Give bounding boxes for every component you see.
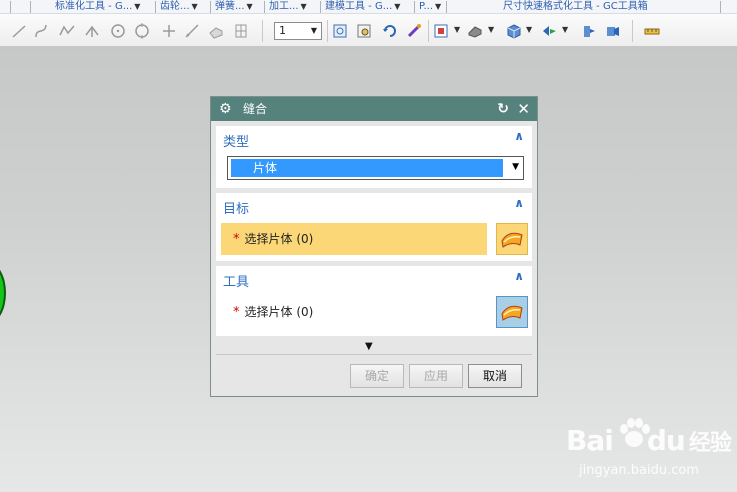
menu-p[interactable]: P... ▼ — [416, 0, 441, 13]
perspective-icon[interactable] — [603, 22, 621, 40]
straight-line-icon[interactable] — [183, 22, 201, 40]
line-icon[interactable] — [10, 22, 28, 40]
menu-separator — [264, 1, 265, 13]
divider — [216, 354, 532, 355]
menu-separator — [10, 1, 11, 13]
cube-icon[interactable] — [505, 22, 523, 40]
sheet-body-icon — [501, 232, 523, 248]
tool-select-button[interactable] — [496, 296, 528, 328]
menu-separator — [210, 1, 211, 13]
menu-separator — [30, 1, 31, 13]
cancel-button[interactable]: 取消 — [468, 364, 522, 388]
menu-separator — [720, 1, 721, 13]
required-mark: * — [233, 305, 240, 320]
type-select[interactable]: 片体 ▼ — [227, 156, 524, 180]
menu-machining[interactable]: 加工... ▼ — [266, 0, 307, 13]
ok-button[interactable]: 确定 — [350, 364, 404, 388]
rays-icon[interactable] — [83, 22, 101, 40]
studio-spline-icon[interactable] — [58, 22, 76, 40]
tool-group-header[interactable]: 工具 — [223, 271, 249, 290]
circle-center-icon[interactable] — [133, 22, 151, 40]
watermark-url: jingyan.baidu.com — [579, 463, 699, 478]
circle-icon[interactable] — [109, 22, 127, 40]
chevron-up-icon[interactable]: ∧ — [514, 269, 524, 283]
toolbar-separator — [262, 20, 263, 42]
toolbar-separator — [632, 20, 633, 42]
apply-button[interactable]: 应用 — [409, 364, 463, 388]
sheet-body-icon — [501, 305, 523, 321]
dialog-title: 缝合 — [243, 102, 268, 116]
section-icon[interactable] — [580, 22, 598, 40]
type-select-value: 片体 — [231, 159, 503, 177]
menu-separator — [320, 1, 321, 13]
fit-view-icon[interactable] — [331, 22, 349, 40]
target-select-row[interactable]: * 选择片体 (0) — [221, 223, 487, 255]
chevron-down-icon: ▼ — [310, 26, 318, 35]
toolbar-separator — [327, 20, 328, 42]
chevron-down-icon[interactable]: ▼ — [562, 25, 568, 34]
menu-separator — [446, 1, 447, 13]
menu-gear[interactable]: 齿轮... ▼ — [157, 0, 198, 13]
chevron-down-icon[interactable]: ▼ — [512, 162, 519, 172]
target-group-header[interactable]: 目标 — [223, 198, 249, 217]
grid-icon[interactable] — [232, 22, 250, 40]
render-style-icon[interactable] — [432, 22, 450, 40]
tool-select-label: 选择片体 (0) — [244, 305, 314, 319]
chevron-down-icon[interactable]: ▼ — [365, 341, 373, 352]
chevron-up-icon[interactable]: ∧ — [514, 129, 524, 143]
gear-icon[interactable]: ⚙ — [219, 97, 232, 121]
zoom-icon[interactable] — [355, 22, 373, 40]
chevron-up-icon[interactable]: ∧ — [514, 196, 524, 210]
point-icon[interactable] — [160, 22, 178, 40]
shading-icon[interactable] — [466, 22, 484, 40]
target-group: 目标 ∧ * 选择片体 (0) — [216, 193, 532, 261]
menu-dimension-format[interactable]: 尺寸快速格式化工具 - GC工具箱 — [500, 0, 648, 13]
tool-select-row[interactable]: * 选择片体 (0) — [221, 296, 487, 328]
chevron-down-icon[interactable]: ▼ — [526, 25, 532, 34]
chevron-down-icon[interactable]: ▼ — [454, 25, 460, 34]
close-icon[interactable]: ✕ — [517, 97, 530, 121]
paint-icon[interactable] — [405, 22, 423, 40]
model-green-object[interactable] — [0, 262, 6, 324]
target-select-button[interactable] — [496, 223, 528, 255]
measure-icon[interactable] — [643, 22, 661, 40]
toolbar: 1 ▼ ▼ ▼ ▼ ▼ — [0, 14, 737, 47]
menu-standard-tools[interactable]: 标准化工具 - G... ▼ — [52, 0, 140, 13]
sew-dialog: ⚙ 缝合 ↻ ✕ 类型 ∧ 片体 ▼ 目标 ∧ * 选择片体 (0) 工具 ∧ … — [210, 96, 538, 397]
menu-separator — [155, 1, 156, 13]
layer-select[interactable]: 1 ▼ — [274, 22, 322, 40]
menu-separator — [414, 1, 415, 13]
rotate-icon[interactable] — [381, 22, 399, 40]
arc-icon[interactable] — [32, 22, 50, 40]
type-group-header[interactable]: 类型 — [223, 131, 249, 150]
reset-icon[interactable]: ↻ — [497, 97, 509, 121]
toolbar-separator — [428, 20, 429, 42]
orient-view-icon[interactable] — [540, 22, 558, 40]
layer-value: 1 — [279, 24, 286, 37]
target-select-label: 选择片体 (0) — [244, 232, 314, 246]
sheet-icon[interactable] — [207, 22, 225, 40]
tool-group: 工具 ∧ * 选择片体 (0) — [216, 266, 532, 336]
menu-bar: 标准化工具 - G... ▼ 齿轮... ▼ 弹簧... ▼ 加工... ▼ 建模工具 … — [0, 0, 737, 14]
menu-modeling-tools[interactable]: 建模工具 - G... ▼ — [322, 0, 400, 13]
chevron-down-icon[interactable]: ▼ — [488, 25, 494, 34]
menu-spring[interactable]: 弹簧... ▼ — [212, 0, 253, 13]
dialog-title-bar: ⚙ 缝合 ↻ ✕ — [211, 97, 537, 121]
paw-icon — [620, 418, 650, 447]
type-group: 类型 ∧ 片体 ▼ — [216, 126, 532, 188]
required-mark: * — [233, 232, 240, 247]
